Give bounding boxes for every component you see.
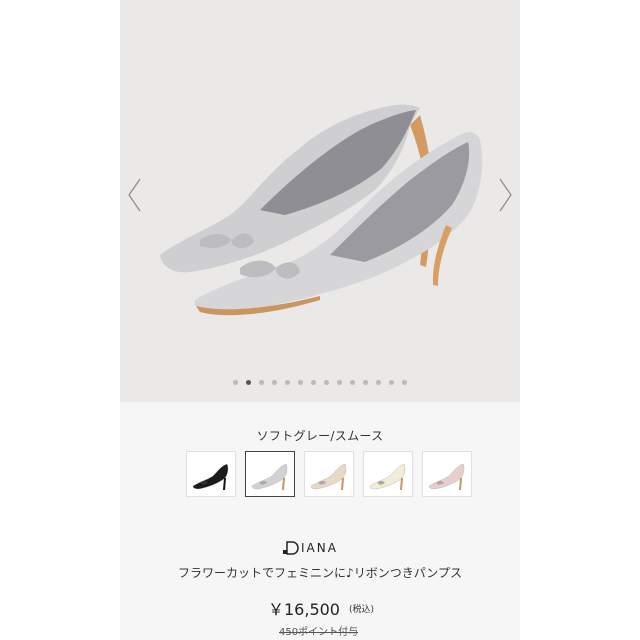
swatch-shoe-image bbox=[369, 463, 406, 490]
gallery-dot[interactable] bbox=[389, 380, 394, 385]
points-note: 450ポイント付与 bbox=[279, 627, 359, 638]
gallery-dot[interactable] bbox=[233, 380, 238, 385]
pumps-image bbox=[160, 104, 483, 316]
tax-note: (税込) bbox=[349, 605, 375, 615]
gallery-dot[interactable] bbox=[272, 380, 277, 385]
gallery-dot[interactable] bbox=[350, 380, 355, 385]
gallery-dot[interactable] bbox=[311, 380, 316, 385]
product-price: ￥16,500 bbox=[268, 600, 340, 619]
gallery-dot[interactable] bbox=[298, 380, 303, 385]
swatch-ivory[interactable] bbox=[363, 451, 413, 497]
product-title: フラワーカットでフェミニンに♪リボンつきパンプス bbox=[178, 566, 462, 580]
gallery-dot[interactable] bbox=[337, 380, 342, 385]
gallery-dot[interactable] bbox=[285, 380, 290, 385]
swatch-pink[interactable] bbox=[422, 451, 472, 497]
swatch-shoe-image bbox=[310, 463, 347, 490]
color-swatches bbox=[186, 451, 472, 497]
swatch-soft-grey[interactable] bbox=[245, 451, 295, 497]
gallery-dot[interactable] bbox=[363, 380, 368, 385]
color-label: ソフトグレー/スムース bbox=[256, 429, 384, 443]
swatch-shoe-image bbox=[192, 463, 229, 490]
chevron-left-icon[interactable] bbox=[125, 175, 145, 215]
swatch-shoe-image bbox=[251, 463, 288, 490]
brand-name: IANA bbox=[301, 541, 338, 555]
swatch-black[interactable] bbox=[186, 451, 236, 497]
gallery-pagination bbox=[120, 380, 520, 388]
gallery-dot[interactable] bbox=[259, 380, 264, 385]
swatch-shoe-image bbox=[428, 463, 465, 490]
chevron-right-icon[interactable] bbox=[495, 175, 515, 215]
gallery-dot[interactable] bbox=[402, 380, 407, 385]
brand-mark-icon bbox=[283, 541, 299, 555]
swatch-beige[interactable] bbox=[304, 451, 354, 497]
product-image-gallery[interactable] bbox=[120, 0, 520, 402]
gallery-dot[interactable] bbox=[246, 380, 251, 385]
brand-logo[interactable]: IANA bbox=[283, 541, 338, 555]
gallery-dot[interactable] bbox=[376, 380, 381, 385]
gallery-dot[interactable] bbox=[324, 380, 329, 385]
